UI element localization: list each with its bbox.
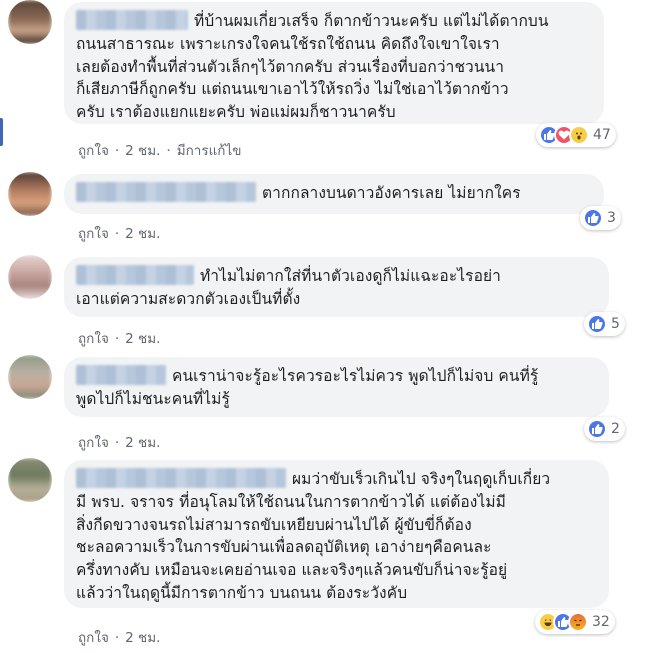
avatar[interactable] <box>8 0 52 44</box>
reaction-summary[interactable]: 5 <box>584 312 625 336</box>
author-name-blurred[interactable] <box>76 265 194 285</box>
author-name-blurred[interactable] <box>76 365 166 385</box>
timestamp[interactable]: 2 ชม. <box>125 435 160 451</box>
reaction-count: 32 <box>592 614 610 630</box>
comment-actions: ถูกใจ · 2 ชม. · มีการแก้ไข <box>78 143 242 159</box>
comment-actions: ถูกใจ · 2 ชม. <box>78 630 161 646</box>
timestamp[interactable]: 2 ชม. <box>125 143 160 159</box>
like-icon <box>587 419 607 439</box>
comment-bubble: ตากกลางบนดาวอังคารเลย ไม่ยากใคร <box>64 174 604 214</box>
author-name-blurred[interactable] <box>76 468 286 488</box>
comment-text: ตากกลางบนดาวอังคารเลย ไม่ยากใคร <box>262 184 521 202</box>
like-button[interactable]: ถูกใจ <box>78 630 109 646</box>
comment-actions: ถูกใจ · 2 ชม. <box>78 331 161 347</box>
wow-icon <box>569 125 589 145</box>
timestamp[interactable]: 2 ชม. <box>125 630 160 646</box>
angry-icon <box>568 612 588 632</box>
reaction-count: 2 <box>611 421 620 437</box>
timestamp[interactable]: 2 ชม. <box>125 226 160 242</box>
avatar[interactable] <box>8 458 52 502</box>
like-button[interactable]: ถูกใจ <box>78 435 109 451</box>
avatar[interactable] <box>8 172 52 216</box>
scroll-indicator <box>0 118 3 146</box>
comment-actions: ถูกใจ · 2 ชม. <box>78 226 161 242</box>
author-name-blurred[interactable] <box>76 10 188 30</box>
timestamp[interactable]: 2 ชม. <box>125 331 160 347</box>
comment-bubble: ที่บ้านผมเกี่ยวเสร็จ ก็ตากข้าวนะครับ แต่… <box>64 2 604 124</box>
avatar[interactable] <box>8 355 52 399</box>
reaction-count: 5 <box>611 316 620 332</box>
reaction-summary[interactable]: 32 <box>535 610 615 634</box>
comment-bubble: ทำไมไม่ตากใส่ที่นาตัวเองดูก็ไม่แฉะอะไรอย… <box>64 257 609 317</box>
comment-bubble: คนเราน่าจะรู้อะไรควรอะไรไม่ควร พูดไปก็ไม… <box>64 357 609 417</box>
comment-text: ผมว่าขับเร็วเกินไป จริงๆในฤดูเก็บเกี่ยว … <box>76 470 551 602</box>
like-button[interactable]: ถูกใจ <box>78 226 109 242</box>
reaction-count: 47 <box>593 127 611 143</box>
like-button[interactable]: ถูกใจ <box>78 143 109 159</box>
comment-actions: ถูกใจ · 2 ชม. <box>78 435 161 451</box>
reaction-summary[interactable]: 3 <box>580 206 621 230</box>
comment-bubble: ผมว่าขับเร็วเกินไป จริงๆในฤดูเก็บเกี่ยว … <box>64 460 609 608</box>
edited-label[interactable]: มีการแก้ไข <box>177 143 242 159</box>
reaction-summary[interactable]: 2 <box>584 417 625 441</box>
like-icon <box>587 314 607 334</box>
avatar[interactable] <box>8 255 52 299</box>
like-button[interactable]: ถูกใจ <box>78 331 109 347</box>
like-icon <box>583 208 603 228</box>
author-name-blurred[interactable] <box>76 182 256 202</box>
reaction-summary[interactable]: 47 <box>536 123 616 147</box>
reaction-count: 3 <box>607 210 616 226</box>
